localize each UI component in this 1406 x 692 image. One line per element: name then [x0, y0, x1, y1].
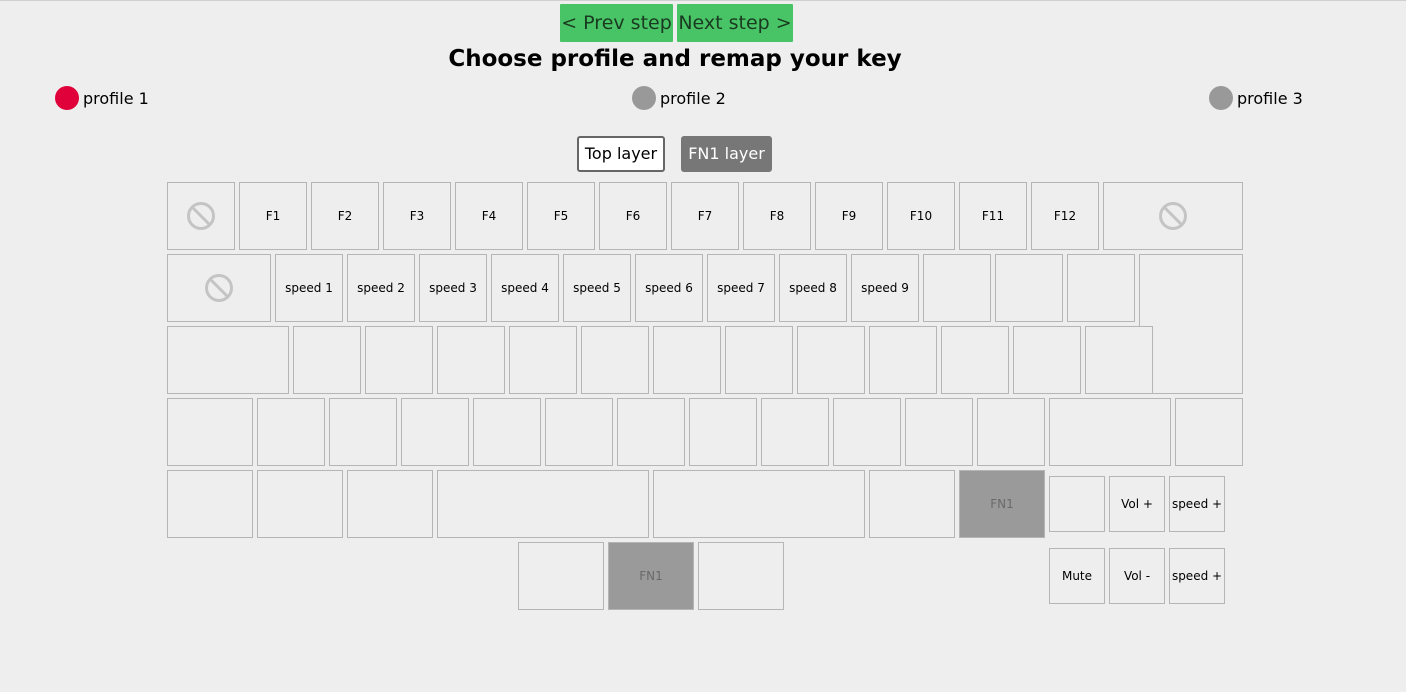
key-disabled[interactable] — [1103, 182, 1243, 250]
page-title: Choose profile and remap your key — [448, 46, 902, 72]
key-f11[interactable]: F11 — [959, 182, 1027, 250]
key-empty[interactable] — [833, 398, 901, 466]
key-empty[interactable] — [581, 326, 649, 394]
key-mute[interactable]: Mute — [1049, 548, 1105, 604]
key-speed-2[interactable]: speed 2 — [347, 254, 415, 322]
key-f1[interactable]: F1 — [239, 182, 307, 250]
profile-3-radio[interactable] — [1209, 86, 1233, 110]
key-enter[interactable] — [1139, 254, 1243, 394]
remap-page: < Prev step Next step > Choose profile a… — [0, 0, 1406, 692]
key-f3[interactable]: F3 — [383, 182, 451, 250]
profile-option-3[interactable]: profile 3 — [1209, 86, 1303, 110]
key-empty[interactable] — [869, 470, 955, 538]
key-empty[interactable] — [329, 398, 397, 466]
key-empty[interactable] — [473, 398, 541, 466]
prev-step-button[interactable]: < Prev step — [560, 4, 673, 42]
key-empty[interactable] — [518, 542, 604, 610]
key-f12[interactable]: F12 — [1031, 182, 1099, 250]
key-empty[interactable] — [1013, 326, 1081, 394]
key-vol-down[interactable]: Vol - — [1109, 548, 1165, 604]
top-layer-button[interactable]: Top layer — [577, 136, 665, 172]
key-disabled[interactable] — [167, 254, 271, 322]
key-speed-7[interactable]: speed 7 — [707, 254, 775, 322]
key-empty[interactable] — [905, 398, 973, 466]
key-f9[interactable]: F9 — [815, 182, 883, 250]
key-speed-up[interactable]: speed + — [1169, 548, 1225, 604]
key-empty[interactable] — [689, 398, 757, 466]
key-speed-8[interactable]: speed 8 — [779, 254, 847, 322]
key-empty[interactable] — [617, 398, 685, 466]
top-divider — [0, 0, 1406, 1]
key-speed-1[interactable]: speed 1 — [275, 254, 343, 322]
key-speed-3[interactable]: speed 3 — [419, 254, 487, 322]
profile-1-label: profile 1 — [83, 88, 149, 108]
key-speed-9[interactable]: speed 9 — [851, 254, 919, 322]
key-empty[interactable] — [257, 470, 343, 538]
key-speed-up[interactable]: speed + — [1169, 476, 1225, 532]
key-empty[interactable] — [545, 398, 613, 466]
key-empty[interactable] — [1049, 398, 1171, 466]
profile-option-2[interactable]: profile 2 — [632, 86, 726, 110]
key-empty[interactable] — [347, 470, 433, 538]
key-empty[interactable] — [923, 254, 991, 322]
key-f8[interactable]: F8 — [743, 182, 811, 250]
key-empty[interactable] — [761, 398, 829, 466]
key-space-left[interactable] — [437, 470, 649, 538]
key-f2[interactable]: F2 — [311, 182, 379, 250]
key-vol-up[interactable]: Vol + — [1109, 476, 1165, 532]
key-speed-5[interactable]: speed 5 — [563, 254, 631, 322]
fn1-layer-button[interactable]: FN1 layer — [681, 136, 772, 172]
profile-3-label: profile 3 — [1237, 88, 1303, 108]
no-entry-icon — [204, 273, 234, 303]
key-disabled[interactable] — [167, 182, 235, 250]
key-fn1[interactable]: FN1 — [608, 542, 694, 610]
key-fn1[interactable]: FN1 — [959, 470, 1045, 538]
profile-2-label: profile 2 — [660, 88, 726, 108]
profile-1-radio[interactable] — [55, 86, 79, 110]
key-speed-4[interactable]: speed 4 — [491, 254, 559, 322]
key-empty[interactable] — [995, 254, 1063, 322]
key-empty[interactable] — [869, 326, 937, 394]
key-f6[interactable]: F6 — [599, 182, 667, 250]
no-entry-icon — [186, 201, 216, 231]
key-f5[interactable]: F5 — [527, 182, 595, 250]
key-empty[interactable] — [1085, 326, 1153, 394]
key-empty[interactable] — [365, 326, 433, 394]
key-empty[interactable] — [941, 326, 1009, 394]
key-empty[interactable] — [167, 326, 289, 394]
key-space-right[interactable] — [653, 470, 865, 538]
key-empty[interactable] — [653, 326, 721, 394]
key-speed-6[interactable]: speed 6 — [635, 254, 703, 322]
key-empty[interactable] — [437, 326, 505, 394]
key-empty[interactable] — [257, 398, 325, 466]
key-empty[interactable] — [725, 326, 793, 394]
key-f10[interactable]: F10 — [887, 182, 955, 250]
key-f4[interactable]: F4 — [455, 182, 523, 250]
key-empty[interactable] — [797, 326, 865, 394]
key-empty[interactable] — [1175, 398, 1243, 466]
key-empty[interactable] — [167, 470, 253, 538]
key-empty[interactable] — [401, 398, 469, 466]
key-empty[interactable] — [509, 326, 577, 394]
key-empty[interactable] — [1049, 476, 1105, 532]
profile-option-1[interactable]: profile 1 — [55, 86, 149, 110]
key-f7[interactable]: F7 — [671, 182, 739, 250]
key-empty[interactable] — [977, 398, 1045, 466]
profile-2-radio[interactable] — [632, 86, 656, 110]
key-empty[interactable] — [1067, 254, 1135, 322]
key-empty[interactable] — [698, 542, 784, 610]
next-step-button[interactable]: Next step > — [677, 4, 793, 42]
no-entry-icon — [1158, 201, 1188, 231]
key-empty[interactable] — [293, 326, 361, 394]
key-empty[interactable] — [167, 398, 253, 466]
